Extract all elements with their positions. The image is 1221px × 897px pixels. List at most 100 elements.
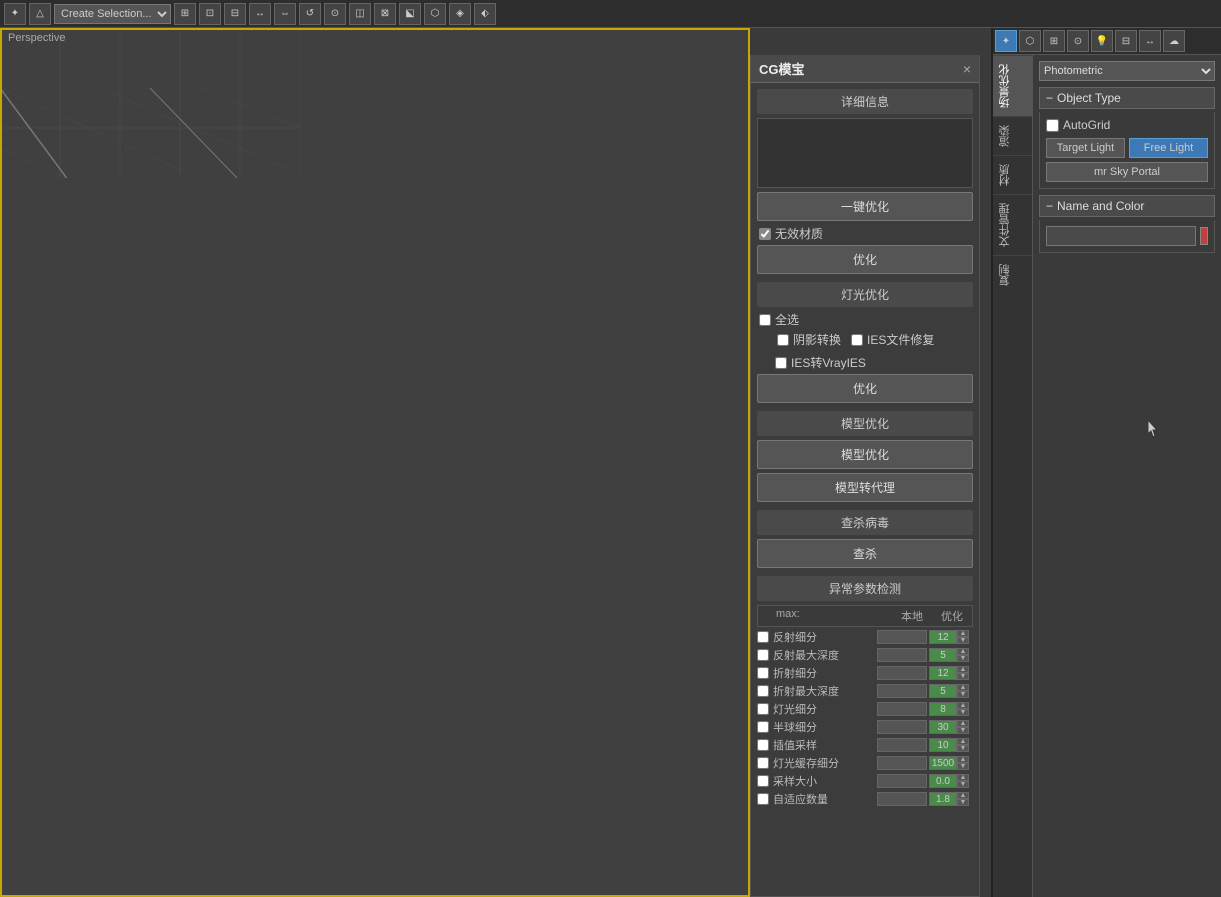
tab-modify[interactable]: ⬡ [1019, 30, 1041, 52]
tab-hierarchy[interactable]: ⊞ [1043, 30, 1065, 52]
param-local-7 [877, 756, 927, 770]
param-checkbox-9[interactable] [757, 793, 769, 805]
param-spin-down-6[interactable]: ▼ [957, 745, 969, 752]
toolbar-icon-5[interactable]: ⊟ [224, 3, 246, 25]
name-color-title: Name and Color [1057, 199, 1144, 213]
toolbar-icon-11[interactable]: ⊠ [374, 3, 396, 25]
toolbar-icon-7[interactable]: ⇔ [274, 3, 296, 25]
param-opt-val-0: 12 [929, 630, 957, 644]
toolbar-icon-13[interactable]: ⬡ [424, 3, 446, 25]
param-spin-down-1[interactable]: ▼ [957, 655, 969, 662]
toolbar-icon-1[interactable]: ✦ [4, 3, 26, 25]
color-swatch[interactable] [1200, 227, 1208, 245]
param-spinners-3: ▲ ▼ [957, 684, 969, 698]
toolbar-icon-15[interactable]: ⬖ [474, 3, 496, 25]
sidebar-item-render[interactable]: 渲染 [993, 116, 1032, 155]
param-local-9 [877, 792, 927, 806]
shadow-row: 阴影转换 [775, 331, 841, 348]
anomaly-section: 异常参数检测 max: 本地 优化 反射细分 12 ▲ ▼ 反 [757, 576, 973, 807]
shadow-checkbox[interactable] [777, 334, 789, 346]
cg-panel-close-btn[interactable]: × [963, 61, 971, 77]
param-spinners-9: ▲ ▼ [957, 792, 969, 806]
sidebar-item-file[interactable]: 文件管理 [993, 194, 1032, 255]
select-all-checkbox[interactable] [759, 314, 771, 326]
param-spin-down-0[interactable]: ▼ [957, 637, 969, 644]
photometric-dropdown[interactable]: Photometric [1039, 61, 1215, 81]
toolbar-icon-9[interactable]: ⊙ [324, 3, 346, 25]
param-spin-up-5[interactable]: ▲ [957, 720, 969, 727]
param-label-7: 灯光缓存细分 [773, 755, 875, 771]
name-color-rollout-header[interactable]: − Name and Color [1039, 195, 1215, 217]
ies-fix-checkbox[interactable] [851, 334, 863, 346]
param-checkbox-8[interactable] [757, 775, 769, 787]
toolbar-icon-10[interactable]: ◫ [349, 3, 371, 25]
param-checkbox-2[interactable] [757, 667, 769, 679]
ies-fix-label: IES文件修复 [867, 331, 934, 348]
param-spin-up-2[interactable]: ▲ [957, 666, 969, 673]
param-checkbox-6[interactable] [757, 739, 769, 751]
param-spin-down-3[interactable]: ▼ [957, 691, 969, 698]
toolbar-icon-4[interactable]: ⊡ [199, 3, 221, 25]
param-spin-up-0[interactable]: ▲ [957, 630, 969, 637]
anomaly-detect-header: 异常参数检测 [757, 576, 973, 601]
virus-kill-btn[interactable]: 查杀 [757, 539, 973, 568]
target-light-btn[interactable]: Target Light [1046, 138, 1125, 158]
toolbar-icon-12[interactable]: ⬕ [399, 3, 421, 25]
detail-info-area [757, 118, 973, 188]
param-spin-down-5[interactable]: ▼ [957, 727, 969, 734]
tab-motion[interactable]: ⊙ [1067, 30, 1089, 52]
param-spin-up-9[interactable]: ▲ [957, 792, 969, 799]
tab-create[interactable]: ✦ [995, 30, 1017, 52]
param-checkbox-7[interactable] [757, 757, 769, 769]
rollout-minus-icon: − [1046, 91, 1053, 105]
sidebar-labels: 场景优化 渲染 材质 文件管理 复制 [993, 55, 1033, 897]
param-spin-up-8[interactable]: ▲ [957, 774, 969, 781]
param-opt-val-5: 30 [929, 720, 957, 734]
toolbar-icon-3[interactable]: ⊞ [174, 3, 196, 25]
param-spin-up-7[interactable]: ▲ [957, 756, 969, 763]
param-label-5: 半球细分 [773, 719, 875, 735]
tab-display[interactable]: 💡 [1091, 30, 1113, 52]
tab-utilities[interactable]: ⊟ [1115, 30, 1137, 52]
right-panel-sidebar: 场景优化 渲染 材质 文件管理 复制 Photometric − Object … [993, 55, 1221, 897]
toolbar-icon-14[interactable]: ◈ [449, 3, 471, 25]
model-proxy-btn[interactable]: 模型转代理 [757, 473, 973, 502]
param-checkbox-3[interactable] [757, 685, 769, 697]
param-checkbox-4[interactable] [757, 703, 769, 715]
material-optimize-btn[interactable]: 优化 [757, 245, 973, 274]
autogrid-checkbox[interactable] [1046, 119, 1059, 132]
one-click-btn[interactable]: 一键优化 [757, 192, 973, 221]
param-spin-down-7[interactable]: ▼ [957, 763, 969, 770]
create-selection-dropdown[interactable]: Create Selection... [54, 4, 171, 24]
param-opt-group-4: 8 ▲ ▼ [929, 702, 973, 716]
param-spin-down-9[interactable]: ▼ [957, 799, 969, 806]
param-spin-down-8[interactable]: ▼ [957, 781, 969, 788]
no-material-checkbox[interactable] [759, 228, 771, 240]
free-light-btn[interactable]: Free Light [1129, 138, 1208, 158]
toolbar-icon-6[interactable]: ↔ [249, 3, 271, 25]
light-options-row: 阴影转换 IES文件修复 [757, 331, 973, 351]
tab-extra1[interactable]: ↔ [1139, 30, 1161, 52]
param-checkbox-1[interactable] [757, 649, 769, 661]
sky-portal-btn[interactable]: mr Sky Portal [1046, 162, 1208, 182]
toolbar-icon-8[interactable]: ↺ [299, 3, 321, 25]
param-local-4 [877, 702, 927, 716]
param-spin-up-4[interactable]: ▲ [957, 702, 969, 709]
sidebar-item-material[interactable]: 材质 [993, 155, 1032, 194]
param-spin-up-1[interactable]: ▲ [957, 648, 969, 655]
object-type-rollout-header[interactable]: − Object Type [1039, 87, 1215, 109]
param-checkbox-5[interactable] [757, 721, 769, 733]
light-optimize-btn[interactable]: 优化 [757, 374, 973, 403]
object-name-input[interactable] [1046, 226, 1196, 246]
toolbar-icon-2[interactable]: △ [29, 3, 51, 25]
ies-vray-checkbox[interactable] [775, 357, 787, 369]
sidebar-item-scene[interactable]: 场景优化 [993, 55, 1032, 116]
param-spin-down-4[interactable]: ▼ [957, 709, 969, 716]
param-spin-up-6[interactable]: ▲ [957, 738, 969, 745]
sidebar-item-copy[interactable]: 复制 [993, 255, 1032, 294]
param-spin-up-3[interactable]: ▲ [957, 684, 969, 691]
model-optimize-btn[interactable]: 模型优化 [757, 440, 973, 469]
tab-extra2[interactable]: ☁ [1163, 30, 1185, 52]
param-checkbox-0[interactable] [757, 631, 769, 643]
param-spin-down-2[interactable]: ▼ [957, 673, 969, 680]
